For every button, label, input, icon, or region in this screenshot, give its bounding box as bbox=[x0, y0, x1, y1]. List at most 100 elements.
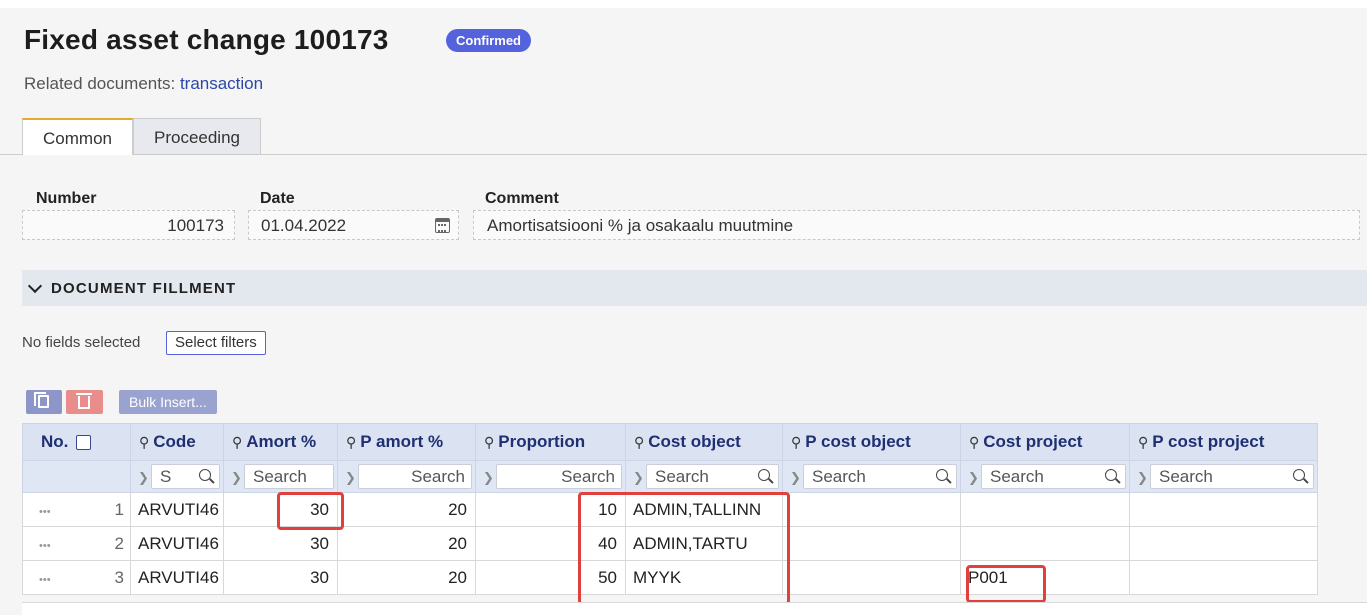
col-p-amort[interactable]: ⚲ P amort % bbox=[337, 423, 476, 461]
cell-code[interactable]: ARVUTI46 bbox=[130, 492, 224, 527]
filter-cell-cost-project: ❯ Search bbox=[960, 460, 1130, 493]
col-no[interactable]: No. bbox=[22, 423, 131, 461]
filter-cell-code: ❯ S bbox=[130, 460, 224, 493]
select-all-checkbox[interactable] bbox=[76, 435, 92, 451]
row-number: 1 bbox=[114, 499, 124, 519]
chevron-right-icon[interactable]: ❯ bbox=[345, 470, 356, 486]
cell-amort[interactable]: 30 bbox=[223, 560, 338, 595]
wrench-icon: ⚲ bbox=[634, 434, 645, 450]
cost-object-search-text: Search bbox=[655, 467, 709, 486]
cell-p-amort[interactable]: 20 bbox=[337, 526, 476, 561]
chevron-right-icon[interactable]: ❯ bbox=[231, 470, 242, 486]
col-p-cost-object-label: P cost object bbox=[805, 432, 911, 451]
related-documents: Related documents: transaction bbox=[24, 74, 263, 94]
col-cost-project-label: Cost project bbox=[983, 432, 1083, 451]
wrench-icon: ⚲ bbox=[346, 434, 357, 450]
chevron-down-icon bbox=[27, 278, 43, 294]
cell-p-cost-object[interactable] bbox=[782, 560, 961, 595]
row-menu-icon[interactable]: ••• bbox=[24, 574, 51, 586]
document-fillment-header[interactable]: DOCUMENT FILLMENT bbox=[22, 270, 1367, 306]
cell-p-amort[interactable]: 20 bbox=[337, 560, 476, 595]
tab-divider bbox=[261, 154, 1367, 155]
row-menu-icon[interactable]: ••• bbox=[24, 506, 51, 518]
select-filters-button[interactable]: Select filters bbox=[166, 331, 266, 355]
calendar-icon[interactable] bbox=[435, 218, 450, 233]
delete-row-button[interactable] bbox=[66, 390, 103, 414]
transaction-link[interactable]: transaction bbox=[180, 74, 263, 93]
filter-cell-p-cost-project: ❯ Search bbox=[1129, 460, 1318, 493]
filter-cell-cost-object: ❯ Search bbox=[625, 460, 783, 493]
chevron-right-icon[interactable]: ❯ bbox=[633, 470, 644, 486]
highlight-cost-project bbox=[966, 565, 1046, 603]
col-proportion[interactable]: ⚲ Proportion bbox=[475, 423, 626, 461]
cost-project-search-input[interactable]: Search bbox=[981, 464, 1126, 489]
chevron-right-icon[interactable]: ❯ bbox=[483, 470, 494, 486]
col-p-cost-object[interactable]: ⚲ P cost object bbox=[782, 423, 961, 461]
cell-p-amort[interactable]: 20 bbox=[337, 492, 476, 527]
wrench-icon: ⚲ bbox=[1138, 434, 1149, 450]
col-cost-object[interactable]: ⚲ Cost object bbox=[625, 423, 783, 461]
proportion-search-input[interactable]: Search bbox=[496, 464, 622, 489]
cell-p-cost-project[interactable] bbox=[1129, 560, 1318, 595]
comment-field[interactable]: Amortisatsiooni % ja osakaalu muutmine bbox=[473, 210, 1360, 240]
row-handle[interactable]: ••• 1 bbox=[22, 492, 131, 527]
code-search-input[interactable]: S bbox=[151, 464, 220, 489]
cell-amort[interactable]: 30 bbox=[223, 526, 338, 561]
tab-common[interactable]: Common bbox=[22, 118, 133, 155]
row-menu-icon[interactable]: ••• bbox=[24, 540, 51, 552]
wrench-icon: ⚲ bbox=[791, 434, 802, 450]
col-cost-project[interactable]: ⚲ Cost project bbox=[960, 423, 1130, 461]
row-handle[interactable]: ••• 3 bbox=[22, 560, 131, 595]
copy-row-button[interactable] bbox=[26, 390, 62, 414]
amort-search-input[interactable]: Search bbox=[244, 464, 334, 489]
cell-cost-project[interactable] bbox=[960, 492, 1130, 527]
comment-label: Comment bbox=[485, 190, 559, 207]
p-amort-search-input[interactable]: Search bbox=[358, 464, 472, 489]
p-cost-project-search-input[interactable]: Search bbox=[1150, 464, 1314, 489]
top-strip bbox=[0, 0, 1367, 8]
cell-p-cost-object[interactable] bbox=[782, 492, 961, 527]
col-code-label: Code bbox=[153, 432, 196, 451]
search-icon bbox=[199, 469, 211, 481]
cell-cost-project[interactable] bbox=[960, 526, 1130, 561]
chevron-right-icon[interactable]: ❯ bbox=[968, 470, 979, 486]
no-fields-text: No fields selected bbox=[22, 334, 141, 351]
cell-p-cost-project[interactable] bbox=[1129, 492, 1318, 527]
date-label: Date bbox=[260, 190, 295, 207]
cell-p-cost-project[interactable] bbox=[1129, 526, 1318, 561]
p-cost-object-search-input[interactable]: Search bbox=[803, 464, 957, 489]
tab-divider-left bbox=[0, 154, 22, 155]
wrench-icon: ⚲ bbox=[232, 434, 243, 450]
col-amort[interactable]: ⚲ Amort % bbox=[223, 423, 338, 461]
filter-row: ❯ S ❯ Search ❯ Search ❯ Search ❯ Search ❯ Sear… bbox=[22, 460, 1318, 493]
search-icon bbox=[1105, 469, 1117, 481]
filter-cell-amort: ❯ Search bbox=[223, 460, 338, 493]
row-handle[interactable]: ••• 2 bbox=[22, 526, 131, 561]
chevron-right-icon[interactable]: ❯ bbox=[1137, 470, 1148, 486]
chevron-right-icon[interactable]: ❯ bbox=[790, 470, 801, 486]
date-value: 01.04.2022 bbox=[261, 216, 347, 235]
col-p-cost-project[interactable]: ⚲ P cost project bbox=[1129, 423, 1318, 461]
col-code[interactable]: ⚲ Code bbox=[130, 423, 224, 461]
cell-code[interactable]: ARVUTI46 bbox=[130, 526, 224, 561]
col-p-cost-project-label: P cost project bbox=[1152, 432, 1265, 451]
highlight-proportion-cost-object bbox=[578, 492, 790, 605]
number-label: Number bbox=[36, 190, 97, 207]
cell-code[interactable]: ARVUTI46 bbox=[130, 560, 224, 595]
section-title: DOCUMENT FILLMENT bbox=[51, 280, 237, 297]
cost-object-search-input[interactable]: Search bbox=[646, 464, 779, 489]
filter-cell-p-cost-object: ❯ Search bbox=[782, 460, 961, 493]
cell-p-cost-object[interactable] bbox=[782, 526, 961, 561]
col-cost-object-label: Cost object bbox=[648, 432, 741, 451]
grid-footer bbox=[22, 602, 1367, 615]
bulk-insert-button[interactable]: Bulk Insert... bbox=[119, 390, 217, 414]
number-field[interactable]: 100173 bbox=[22, 210, 235, 240]
p-cost-project-search-text: Search bbox=[1159, 467, 1213, 486]
search-icon bbox=[758, 469, 770, 481]
page-title: Fixed asset change 100173 bbox=[24, 24, 389, 55]
tab-proceeding[interactable]: Proceeding bbox=[133, 118, 261, 155]
search-icon bbox=[1293, 469, 1305, 481]
filter-cell-p-amort: ❯ Search bbox=[337, 460, 476, 493]
chevron-right-icon[interactable]: ❯ bbox=[138, 470, 149, 486]
date-field[interactable]: 01.04.2022 bbox=[248, 210, 459, 240]
